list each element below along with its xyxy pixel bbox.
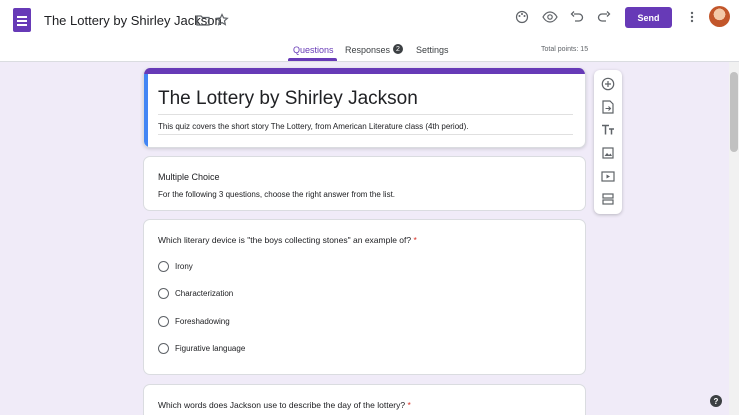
question-text[interactable]: Which literary device is "the boys colle… (158, 235, 417, 245)
preview-eye-icon[interactable] (540, 7, 560, 27)
add-video-icon[interactable] (600, 168, 616, 184)
option-label: Figurative language (175, 344, 246, 353)
description-divider (158, 134, 573, 135)
add-title-icon[interactable] (600, 122, 616, 138)
question-text[interactable]: Which words does Jackson use to describe… (158, 400, 411, 410)
send-button[interactable]: Send (625, 7, 672, 28)
palette-icon[interactable] (512, 7, 532, 27)
star-icon[interactable] (212, 10, 232, 30)
option-foreshadowing[interactable]: Foreshadowing (158, 316, 230, 327)
question-card[interactable]: Which words does Jackson use to describe… (143, 384, 586, 415)
page-scrollbar[interactable] (729, 62, 739, 415)
add-image-icon[interactable] (600, 145, 616, 161)
title-divider (158, 114, 573, 115)
option-irony[interactable]: Irony (158, 261, 193, 272)
section-title[interactable]: Multiple Choice (158, 172, 220, 182)
import-questions-icon[interactable] (600, 99, 616, 115)
question-card[interactable]: Which literary device is "the boys colle… (143, 219, 586, 375)
required-mark: * (407, 400, 411, 410)
form-title-card[interactable]: The Lottery by Shirley Jackson This quiz… (143, 68, 586, 148)
help-icon[interactable]: ? (710, 395, 722, 407)
tab-settings[interactable]: Settings (416, 45, 449, 55)
total-points: Total points: 15 (541, 46, 589, 53)
card-focus-accent (144, 74, 148, 147)
responses-count-badge: 2 (393, 44, 403, 54)
add-section-icon[interactable] (600, 191, 616, 207)
option-label: Characterization (175, 289, 234, 298)
active-tab-indicator (288, 58, 337, 61)
radio-button[interactable] (158, 343, 169, 354)
option-label: Irony (175, 262, 193, 271)
section-header-card[interactable]: Multiple Choice For the following 3 ques… (143, 156, 586, 211)
add-question-icon[interactable] (600, 76, 616, 92)
radio-button[interactable] (158, 316, 169, 327)
scrollbar-thumb[interactable] (730, 72, 738, 152)
question-title: Which literary device is "the boys colle… (158, 235, 412, 245)
question-title: Which words does Jackson use to describe… (158, 400, 406, 410)
section-description[interactable]: For the following 3 questions, choose th… (158, 190, 395, 199)
undo-icon[interactable] (567, 7, 587, 27)
card-top-accent (144, 68, 585, 74)
top-bar: The Lottery by Shirley Jackson Send Ques… (0, 0, 739, 62)
required-mark: * (413, 235, 417, 245)
radio-button[interactable] (158, 261, 169, 272)
tab-responses[interactable]: Responses (345, 45, 390, 55)
tab-questions[interactable]: Questions (293, 45, 334, 55)
form-description[interactable]: This quiz covers the short story The Lot… (158, 122, 469, 131)
more-vert-icon[interactable] (682, 7, 702, 27)
forms-app-icon[interactable] (13, 8, 31, 32)
radio-button[interactable] (158, 288, 169, 299)
floating-toolbar (594, 70, 622, 214)
option-label: Foreshadowing (175, 317, 230, 326)
option-figurative-language[interactable]: Figurative language (158, 343, 245, 354)
folder-icon[interactable] (193, 10, 213, 30)
option-characterization[interactable]: Characterization (158, 288, 233, 299)
redo-icon[interactable] (594, 7, 614, 27)
avatar[interactable] (709, 6, 730, 27)
form-title[interactable]: The Lottery by Shirley Jackson (158, 88, 418, 110)
